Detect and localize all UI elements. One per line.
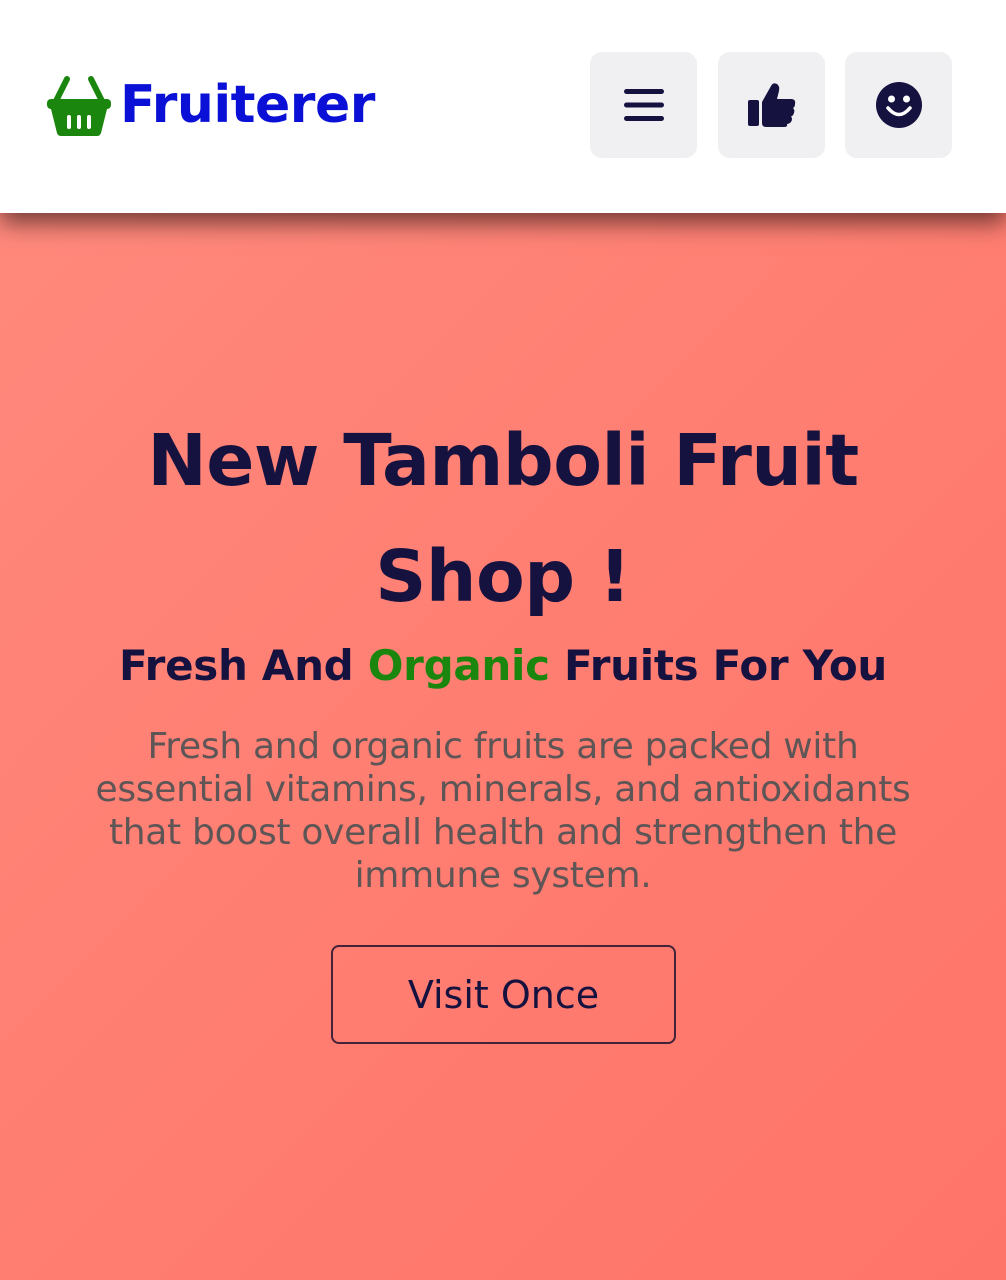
subtitle-accent-word: Organic: [367, 641, 550, 690]
visit-once-button[interactable]: Visit Once: [331, 945, 676, 1044]
profile-button[interactable]: [845, 52, 952, 158]
subtitle-text-end: Fruits For You: [549, 641, 888, 690]
brand-name: Fruiterer: [120, 75, 375, 135]
thumbs-up-icon: [747, 83, 795, 127]
menu-icon: [623, 89, 664, 121]
subtitle-text-start: Fresh And: [118, 641, 368, 690]
hero-description: Fresh and organic fruits are packed with…: [95, 726, 911, 896]
hero-section: New Tamboli Fruit Shop ! Fresh And Organ…: [0, 213, 1006, 1280]
brand-logo[interactable]: Fruiterer: [46, 70, 375, 140]
like-button[interactable]: [718, 52, 825, 158]
shopping-basket-icon: [47, 76, 111, 136]
site-header: Fruiterer: [0, 0, 1006, 213]
smiley-face-icon: [875, 82, 922, 128]
hero-subtitle: Fresh And Organic Fruits For You: [40, 638, 966, 694]
menu-button[interactable]: [590, 52, 697, 158]
hero-title: New Tamboli Fruit Shop !: [147, 419, 859, 618]
